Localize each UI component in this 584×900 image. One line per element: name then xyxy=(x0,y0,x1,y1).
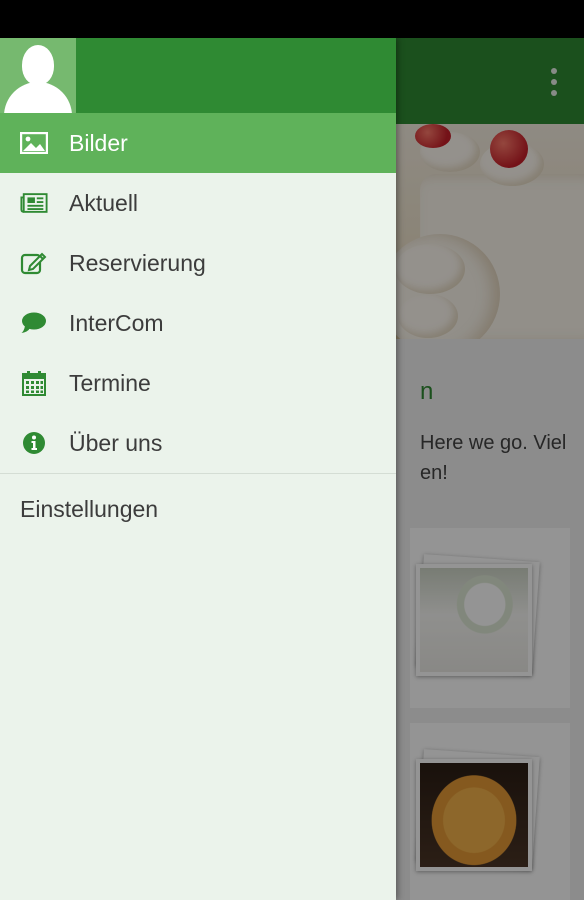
nav-item-reservierung[interactable]: Reservierung xyxy=(0,233,396,293)
nav-item-label: Über uns xyxy=(69,430,163,456)
nav-item-bilder[interactable]: Bilder xyxy=(0,113,396,173)
status-bar xyxy=(0,0,584,38)
nav-list: Bilder Aktuell Reservierung InterCom Ter… xyxy=(0,113,396,473)
image-icon xyxy=(20,131,48,155)
nav-item-label: Aktuell xyxy=(69,190,139,216)
newspaper-icon xyxy=(20,191,48,215)
nav-item-label: Reservierung xyxy=(69,250,206,276)
edit-icon xyxy=(20,251,48,275)
nav-item-aktuell[interactable]: Aktuell xyxy=(0,173,396,233)
chat-bubble-icon xyxy=(20,311,48,335)
nav-item-ueber-uns[interactable]: Über uns xyxy=(0,413,396,473)
nav-item-label: Bilder xyxy=(69,130,128,156)
nav-item-label: Termine xyxy=(69,370,151,396)
navigation-drawer: Bilder Aktuell Reservierung InterCom Ter… xyxy=(0,38,396,900)
info-icon xyxy=(20,431,48,455)
drawer-header xyxy=(0,38,396,113)
nav-item-label: InterCom xyxy=(69,310,164,336)
settings-label: Einstellungen xyxy=(20,496,159,522)
user-avatar-icon[interactable] xyxy=(0,38,76,113)
nav-item-intercom[interactable]: InterCom xyxy=(0,293,396,353)
nav-item-termine[interactable]: Termine xyxy=(0,353,396,413)
settings-button[interactable]: Einstellungen xyxy=(0,474,396,542)
calendar-icon xyxy=(20,371,48,396)
